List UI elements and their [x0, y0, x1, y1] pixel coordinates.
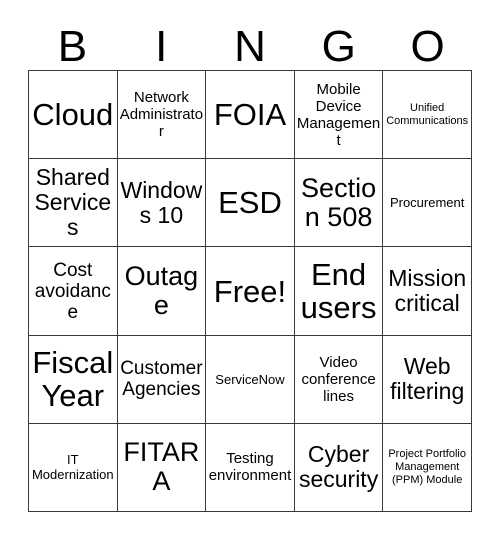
- bingo-header-letter-g: G: [321, 22, 356, 71]
- bingo-cell-label: Cost avoidance: [34, 259, 111, 323]
- bingo-cell-label: Unified Communications: [386, 101, 469, 127]
- bingo-cell[interactable]: Cyber security: [294, 423, 384, 513]
- bingo-cell-label: ESD: [218, 185, 282, 221]
- bingo-cell-label: Procurement: [389, 195, 465, 211]
- bingo-cell-label: Mission critical: [388, 265, 467, 316]
- bingo-row: Fiscal Year Customer Agencies ServiceNow…: [29, 335, 472, 424]
- bingo-cell[interactable]: Customer Agencies: [117, 335, 207, 424]
- bingo-cell-label: Fiscal Year: [32, 345, 114, 414]
- bingo-cell[interactable]: ServiceNow: [206, 335, 295, 424]
- bingo-grid: Cloud Network Administrator FOIA Mobile …: [28, 70, 472, 513]
- bingo-cell-label: Network Administrator: [119, 89, 204, 141]
- bingo-cell-label: FITARA: [123, 437, 200, 497]
- bingo-cell-label: Web filtering: [390, 353, 465, 405]
- bingo-cell[interactable]: Web filtering: [383, 335, 472, 424]
- bingo-cell-label: IT Modernization: [31, 452, 114, 483]
- bingo-cell-label: Video conference lines: [301, 353, 376, 405]
- bingo-cell[interactable]: Cloud: [29, 71, 118, 160]
- bingo-cell-label: Outage: [124, 261, 199, 320]
- bingo-cell[interactable]: FITARA: [117, 423, 207, 513]
- bingo-cell-label: Mobile Device Management: [296, 80, 381, 149]
- bingo-card: B I N G O Cloud Network Administrator FO…: [0, 0, 500, 544]
- bingo-cell-label: Section 508: [301, 172, 377, 232]
- bingo-cell-label: Shared Services: [34, 164, 112, 241]
- bingo-cell[interactable]: Shared Services: [29, 159, 118, 248]
- bingo-cell-label: ServiceNow: [215, 371, 285, 387]
- bingo-header-letter-i: I: [155, 22, 168, 71]
- bingo-cell[interactable]: Mission critical: [383, 247, 472, 336]
- bingo-header-row: B I N G O: [28, 14, 472, 70]
- bingo-cell-label: Cyber security: [298, 441, 379, 493]
- bingo-header-letter-b: B: [57, 22, 88, 71]
- bingo-cell-label: Testing environment: [208, 450, 292, 485]
- bingo-header-letter-o: O: [410, 22, 445, 71]
- bingo-row: Cost avoidance Outage Free! End users Mi…: [29, 247, 472, 336]
- bingo-cell[interactable]: Network Administrator: [117, 71, 207, 160]
- bingo-cell-label: Windows 10: [120, 176, 203, 228]
- bingo-cell[interactable]: Project Portfolio Management (PPM) Modul…: [383, 423, 472, 513]
- bingo-cell[interactable]: Fiscal Year: [29, 335, 118, 424]
- bingo-cell-free-space[interactable]: Free!: [206, 247, 295, 336]
- bingo-cell[interactable]: Mobile Device Management: [294, 71, 384, 160]
- bingo-row: Shared Services Windows 10 ESD Section 5…: [29, 159, 472, 248]
- bingo-cell-label: Cloud: [32, 97, 114, 133]
- bingo-cell[interactable]: Testing environment: [206, 423, 295, 513]
- bingo-cell[interactable]: Cost avoidance: [29, 247, 118, 336]
- bingo-cell-label: FOIA: [213, 97, 287, 133]
- bingo-row: IT Modernization FITARA Testing environm…: [29, 423, 472, 513]
- bingo-cell[interactable]: Windows 10: [117, 159, 207, 248]
- bingo-cell-label: Free!: [213, 273, 287, 309]
- bingo-cell[interactable]: Video conference lines: [294, 335, 384, 424]
- bingo-row: Cloud Network Administrator FOIA Mobile …: [29, 71, 472, 160]
- bingo-cell[interactable]: Section 508: [294, 159, 384, 248]
- bingo-cell[interactable]: FOIA: [206, 71, 295, 160]
- bingo-header-letter-n: N: [234, 22, 266, 71]
- bingo-cell-label: Customer Agencies: [120, 358, 203, 401]
- bingo-cell[interactable]: End users: [294, 247, 384, 336]
- bingo-cell[interactable]: Unified Communications: [383, 71, 472, 160]
- bingo-cell[interactable]: IT Modernization: [29, 423, 118, 513]
- bingo-cell-label: Project Portfolio Management (PPM) Modul…: [388, 447, 466, 486]
- bingo-cell-label: End users: [300, 257, 377, 325]
- bingo-cell[interactable]: ESD: [206, 159, 295, 248]
- bingo-cell[interactable]: Procurement: [383, 159, 472, 248]
- bingo-cell[interactable]: Outage: [117, 247, 207, 336]
